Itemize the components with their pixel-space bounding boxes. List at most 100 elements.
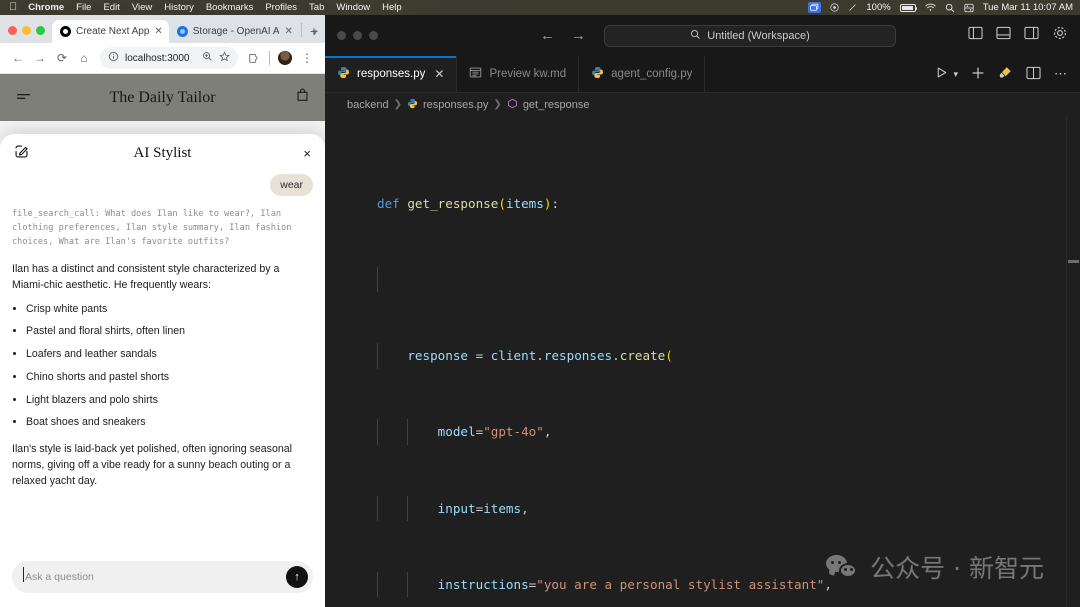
- editor-scrollbar[interactable]: [1067, 140, 1080, 607]
- chat-message-list[interactable]: wear file_search_call: What does Ilan li…: [0, 172, 325, 552]
- forward-icon[interactable]: →: [29, 47, 51, 69]
- settings-gear-icon[interactable]: [1052, 25, 1068, 46]
- reload-icon[interactable]: ⟳: [51, 47, 73, 69]
- editor-tab-agent-config-py[interactable]: agent_config.py: [579, 56, 705, 92]
- battery-icon[interactable]: [900, 4, 916, 12]
- minimize-window-button[interactable]: [22, 26, 31, 35]
- window-traffic-lights[interactable]: [4, 26, 52, 43]
- menu-item-history[interactable]: History: [164, 2, 194, 13]
- menu-item-help[interactable]: Help: [382, 2, 402, 13]
- go-forward-icon[interactable]: →: [571, 27, 586, 44]
- close-tab-icon[interactable]: ✕: [154, 26, 162, 37]
- breadcrumb-item-get-response[interactable]: get_response: [523, 99, 590, 111]
- go-back-icon[interactable]: ←: [540, 27, 555, 44]
- browser-tab-storage-openai[interactable]: Storage - OpenAI A ✕: [169, 20, 299, 43]
- magnifier-icon: [690, 29, 701, 43]
- editor-tab-preview-kw-md[interactable]: Preview kw.md: [457, 56, 579, 92]
- screen:  Chrome File Edit View History Bookmark…: [0, 0, 1080, 607]
- home-icon[interactable]: ⌂: [73, 47, 95, 69]
- code-content[interactable]: def get_response(items): response = clie…: [325, 140, 1080, 607]
- chevron-right-icon: ❯: [394, 99, 402, 110]
- toggle-panel-icon[interactable]: [996, 26, 1011, 45]
- run-play-icon[interactable]: [935, 66, 948, 82]
- close-window-button[interactable]: [8, 26, 17, 35]
- spotlight-search-icon[interactable]: [945, 3, 955, 13]
- ai-stylist-header: AI Stylist ×: [0, 134, 325, 172]
- breadcrumb-item-backend[interactable]: backend: [347, 99, 389, 111]
- more-actions-icon[interactable]: ⋯: [1054, 66, 1067, 82]
- bookmark-star-icon[interactable]: [219, 51, 230, 65]
- new-file-icon[interactable]: [971, 66, 985, 83]
- chrome-browser-window: Create Next App ✕ Storage - OpenAI A ✕ +…: [0, 15, 325, 607]
- do-not-disturb-icon[interactable]: [848, 3, 857, 12]
- list-item: Loafers and leather sandals: [26, 348, 313, 362]
- profile-avatar[interactable]: [274, 47, 296, 69]
- close-tab-icon[interactable]: ✕: [284, 26, 292, 37]
- toggle-primary-sidebar-icon[interactable]: [968, 26, 983, 45]
- ai-stylist-title: AI Stylist: [34, 145, 291, 162]
- list-item: Pastel and floral shirts, often linen: [26, 325, 313, 339]
- breadcrumb-item-responses-py[interactable]: responses.py: [423, 99, 488, 111]
- browser-tab-label: Storage - OpenAI A: [193, 26, 280, 37]
- chat-composer: Ask a question ↑: [0, 552, 325, 607]
- menu-bar-clock[interactable]: Tue Mar 11 10:07 AM: [983, 2, 1073, 13]
- code-line: [325, 267, 1080, 292]
- apple-logo-icon[interactable]: : [9, 2, 17, 13]
- tab-search-chevron-down-icon[interactable]: ▾: [312, 27, 317, 38]
- highlighter-pen-icon[interactable]: [998, 65, 1013, 83]
- compose-edit-icon[interactable]: [14, 144, 34, 162]
- control-center-icon[interactable]: [964, 3, 974, 13]
- menu-item-file[interactable]: File: [76, 2, 91, 13]
- close-icon[interactable]: ×: [291, 146, 311, 161]
- wechat-watermark: 公众号 · 新智元: [826, 549, 1044, 585]
- editor-tab-bar: responses.py ✕ Preview kw.md agent_confi…: [325, 56, 1080, 93]
- menu-item-tab[interactable]: Tab: [309, 2, 324, 13]
- menu-item-bookmarks[interactable]: Bookmarks: [206, 2, 254, 13]
- code-line: def get_response(items):: [325, 191, 1080, 216]
- split-editor-icon[interactable]: [1026, 66, 1041, 83]
- code-editor[interactable]: def get_response(items): response = clie…: [325, 116, 1080, 607]
- close-tab-icon[interactable]: ✕: [434, 67, 444, 81]
- chrome-menu-icon[interactable]: ⋮: [296, 47, 318, 69]
- address-bar[interactable]: localhost:3000: [100, 47, 238, 69]
- browser-tab-strip: Create Next App ✕ Storage - OpenAI A ✕ +…: [0, 15, 325, 43]
- minimize-window-button[interactable]: [353, 31, 362, 40]
- wechat-icon: [826, 554, 860, 580]
- chat-input[interactable]: Ask a question: [25, 571, 286, 583]
- list-item: Chino shorts and pastel shorts: [26, 371, 313, 385]
- info-circle-icon[interactable]: [108, 51, 119, 65]
- command-center-search[interactable]: Untitled (Workspace): [604, 25, 896, 47]
- vscode-traffic-lights[interactable]: [337, 31, 378, 40]
- tool-call-text: file_search_call: What does Ilan like to…: [12, 208, 313, 250]
- shopping-bag-icon[interactable]: [289, 88, 309, 107]
- assistant-intro-text: Ilan has a distinct and consistent style…: [12, 262, 313, 294]
- site-header: The Daily Tailor: [0, 74, 325, 121]
- maximize-window-button[interactable]: [369, 31, 378, 40]
- openai-favicon-icon: [177, 26, 188, 37]
- chat-input-wrapper[interactable]: Ask a question ↑: [12, 561, 313, 593]
- python-file-icon: [591, 66, 604, 82]
- hamburger-menu-icon[interactable]: [16, 89, 36, 106]
- toggle-secondary-sidebar-icon[interactable]: [1024, 26, 1039, 45]
- send-button[interactable]: ↑: [286, 566, 308, 588]
- back-icon[interactable]: ←: [7, 47, 29, 69]
- editor-tab-responses-py[interactable]: responses.py ✕: [325, 56, 457, 92]
- chevron-down-icon[interactable]: ▾: [953, 69, 958, 80]
- wifi-icon[interactable]: [925, 3, 936, 12]
- vscode-history-nav: ← →: [540, 27, 586, 44]
- record-icon[interactable]: [830, 3, 839, 12]
- menu-item-edit[interactable]: Edit: [103, 2, 119, 13]
- maximize-window-button[interactable]: [36, 26, 45, 35]
- menu-item-profiles[interactable]: Profiles: [265, 2, 297, 13]
- command-center-label: Untitled (Workspace): [707, 30, 810, 42]
- menu-item-view[interactable]: View: [132, 2, 152, 13]
- browser-tab-create-next-app[interactable]: Create Next App ✕: [52, 20, 169, 43]
- menu-item-window[interactable]: Window: [336, 2, 370, 13]
- tab-separator: [301, 23, 302, 37]
- nextjs-favicon-icon: [60, 26, 71, 37]
- screen-mirroring-icon[interactable]: [808, 2, 821, 13]
- menu-item-chrome[interactable]: Chrome: [28, 2, 64, 13]
- zoom-icon[interactable]: [202, 51, 213, 65]
- extensions-icon[interactable]: [243, 47, 265, 69]
- close-window-button[interactable]: [337, 31, 346, 40]
